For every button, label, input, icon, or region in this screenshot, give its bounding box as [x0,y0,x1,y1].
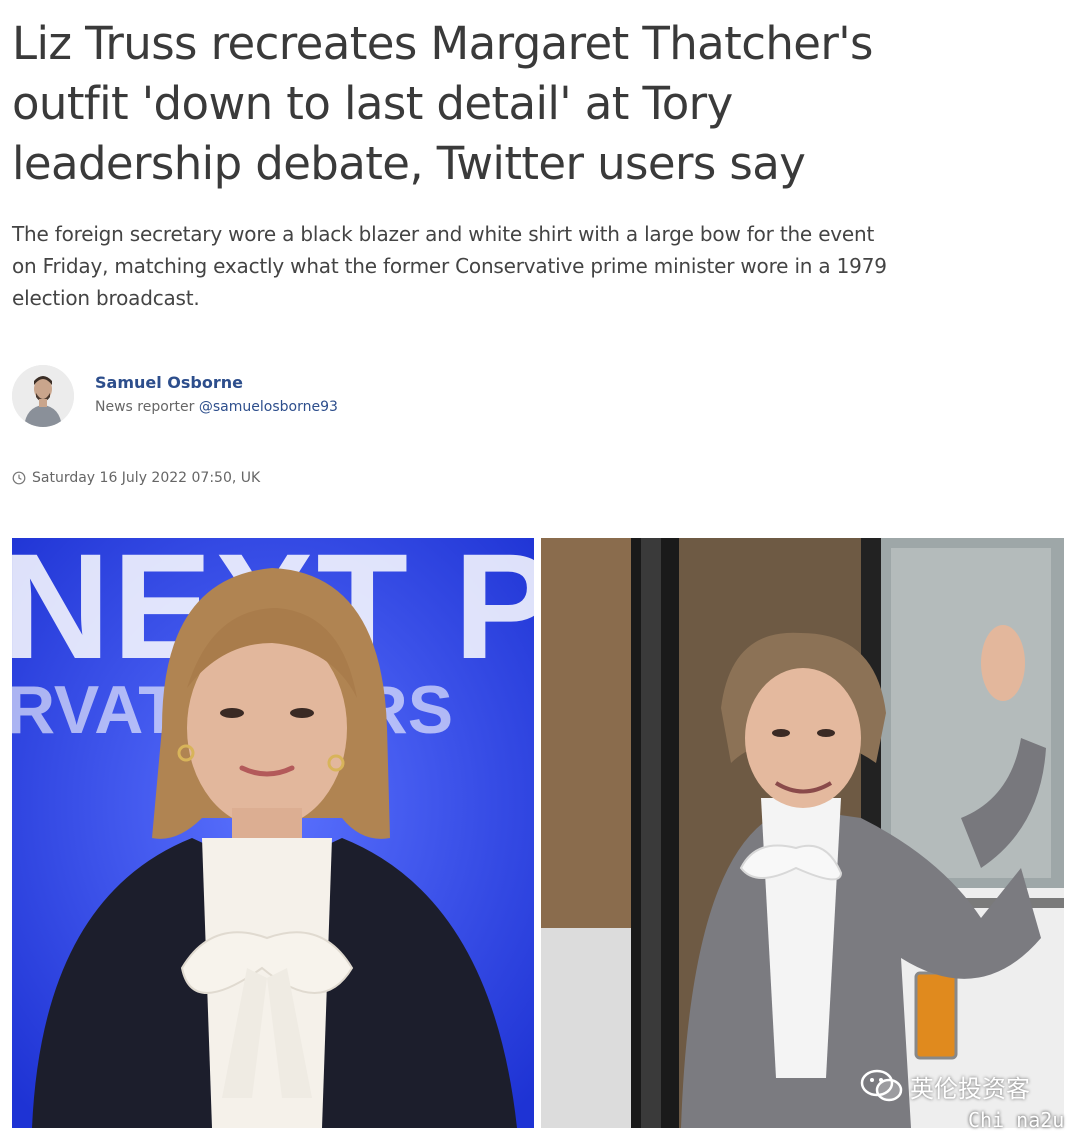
byline: Samuel Osborne News reporter @samuelosbo… [12,365,612,427]
clock-icon [12,471,26,485]
timestamp-text: Saturday 16 July 2022 07:50, UK [32,470,261,486]
author-role-line: News reporter @samuelosborne93 [95,399,338,415]
wechat-watermark: 英伦投资客 [860,1066,1030,1106]
photo-margaret-thatcher [541,538,1064,1128]
article: Liz Truss recreates Margaret Thatcher's … [0,0,1080,1135]
article-standfirst: The foreign secretary wore a black blaze… [12,222,887,310]
author-avatar[interactable] [12,365,74,427]
photo-liz-truss: NEXT PI RVATI ADERS [12,538,534,1128]
author-twitter-handle[interactable]: @samuelosborne93 [199,399,338,415]
wechat-icon [860,1068,904,1104]
watermark-site: Chi na2u [968,1108,1065,1132]
watermark-label: 英伦投资客 [910,1074,1030,1103]
article-timestamp: Saturday 16 July 2022 07:50, UK [12,470,260,486]
author-role: News reporter [95,399,195,415]
article-headline: Liz Truss recreates Margaret Thatcher's … [12,17,873,190]
author-name-link[interactable]: Samuel Osborne [95,373,243,392]
